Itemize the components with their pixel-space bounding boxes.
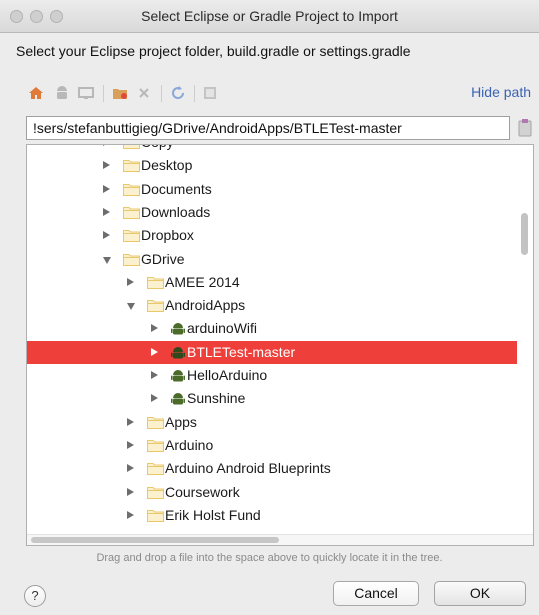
- toolbar-separator: [161, 85, 162, 102]
- folder-icon: [147, 486, 164, 502]
- toolbar: [26, 83, 286, 105]
- tree-row-label: Copy: [141, 145, 174, 150]
- collapsed-arrow-icon[interactable]: [127, 417, 134, 426]
- delete-icon[interactable]: [134, 83, 154, 103]
- toolbar-separator: [103, 85, 104, 102]
- tree-row[interactable]: Arduino Android Blueprints: [27, 457, 517, 480]
- help-button[interactable]: ?: [24, 585, 46, 607]
- collapsed-arrow-icon[interactable]: [103, 145, 110, 146]
- path-input[interactable]: !sers/stefanbuttigieg/GDrive/AndroidApps…: [26, 116, 510, 140]
- android-icon[interactable]: [52, 83, 72, 103]
- folder-icon: [123, 206, 140, 222]
- expanded-arrow-icon[interactable]: [103, 256, 111, 264]
- android-project-icon: [171, 322, 185, 339]
- home-icon[interactable]: [26, 83, 46, 103]
- folder-icon: [123, 183, 140, 199]
- tree-row-label: GDrive: [141, 250, 185, 267]
- cancel-button[interactable]: Cancel: [333, 581, 419, 606]
- folder-icon: [123, 159, 140, 175]
- collapsed-arrow-icon[interactable]: [127, 487, 134, 496]
- tree-row[interactable]: Documents: [27, 178, 517, 201]
- collapsed-arrow-icon[interactable]: [103, 207, 110, 216]
- file-tree[interactable]: Copy Desktop Documents Downloads Dropbox GDri…: [26, 144, 534, 546]
- title-bar[interactable]: Select Eclipse or Gradle Project to Impo…: [0, 0, 539, 33]
- ok-button[interactable]: OK: [434, 581, 526, 606]
- collapsed-arrow-icon[interactable]: [103, 184, 110, 193]
- tree-row[interactable]: arduinoWifi: [27, 317, 517, 340]
- collapsed-arrow-icon[interactable]: [127, 464, 134, 473]
- window-title: Select Eclipse or Gradle Project to Impo…: [141, 8, 398, 24]
- tree-row-label: Coursework: [165, 483, 240, 500]
- dialog-subtitle: Select your Eclipse project folder, buil…: [16, 43, 411, 59]
- refresh-icon[interactable]: [168, 83, 188, 103]
- tree-row-label: HelloArduino: [187, 367, 268, 383]
- tree-row-label: Arduino: [165, 436, 214, 453]
- collapsed-arrow-icon[interactable]: [127, 277, 134, 286]
- show-hidden-icon[interactable]: [200, 83, 220, 103]
- folder-icon: [147, 439, 164, 455]
- tree-row-label: Documents: [141, 180, 212, 197]
- expanded-arrow-icon[interactable]: [127, 303, 135, 311]
- tree-row[interactable]: Copy: [27, 145, 517, 154]
- folder-icon: [123, 229, 140, 245]
- tree-row[interactable]: Apps: [27, 411, 517, 434]
- tree-row-label: Downloads: [141, 203, 211, 220]
- collapsed-arrow-icon[interactable]: [151, 394, 158, 403]
- folder-icon: [147, 509, 164, 525]
- tree-row[interactable]: Downloads: [27, 201, 517, 224]
- new-folder-icon[interactable]: [110, 83, 130, 103]
- tree-row-label: AMEE 2014: [165, 273, 240, 290]
- tree-row-label: Apps: [165, 413, 197, 430]
- tree-row[interactable]: HelloArduino: [27, 364, 517, 387]
- tree-row-label: Erik Holst Fund: [165, 506, 261, 523]
- tree-row[interactable]: Erik Holst Fund: [27, 504, 517, 527]
- collapsed-arrow-icon[interactable]: [127, 510, 134, 519]
- collapsed-arrow-icon[interactable]: [103, 231, 110, 240]
- tree-row-label: Arduino Android Blueprints: [165, 460, 331, 477]
- drag-drop-hint: Drag and drop a file into the space abov…: [96, 552, 443, 564]
- tree-row-label: Dropbox: [141, 227, 194, 244]
- paste-path-icon[interactable]: [516, 117, 534, 139]
- tree-row-selected[interactable]: BTLETest-master: [27, 340, 517, 364]
- collapsed-arrow-icon[interactable]: [127, 440, 134, 449]
- tree-row-label: arduinoWifi: [187, 320, 258, 337]
- tree-row[interactable]: Coursework: [27, 481, 517, 504]
- collapsed-arrow-icon[interactable]: [103, 161, 110, 170]
- android-project-icon: [171, 392, 185, 409]
- folder-icon: [123, 145, 140, 152]
- folder-icon: [123, 253, 140, 269]
- tree-row[interactable]: Dropbox: [27, 224, 517, 247]
- collapsed-arrow-icon[interactable]: [151, 347, 158, 356]
- import-dialog: Select Eclipse or Gradle Project to Impo…: [0, 0, 539, 615]
- horizontal-scrollbar[interactable]: [31, 537, 279, 543]
- tree-row[interactable]: Arduino: [27, 434, 517, 457]
- tree-row-label: Desktop: [141, 157, 193, 174]
- tree-row-label: AndroidApps: [165, 297, 246, 314]
- toolbar-separator: [194, 85, 195, 102]
- tree-row[interactable]: Desktop: [27, 154, 517, 177]
- vertical-scrollbar[interactable]: [521, 213, 528, 255]
- collapsed-arrow-icon[interactable]: [151, 324, 158, 333]
- tree-row-label: BTLETest-master: [187, 343, 296, 360]
- folder-icon: [147, 299, 164, 315]
- tree-row[interactable]: AndroidApps: [27, 294, 517, 317]
- desktop-icon[interactable]: [76, 83, 96, 103]
- hide-path-link[interactable]: Hide path: [471, 84, 531, 100]
- folder-icon: [147, 462, 164, 478]
- folder-icon: [147, 416, 164, 432]
- tree-row-label: Sunshine: [187, 390, 246, 407]
- folder-icon: [147, 276, 164, 292]
- collapsed-arrow-icon[interactable]: [151, 371, 158, 379]
- tree-row[interactable]: GDrive: [27, 248, 517, 271]
- android-project-icon: [171, 346, 185, 363]
- tree-row[interactable]: Sunshine: [27, 387, 517, 410]
- tree-row[interactable]: AMEE 2014: [27, 271, 517, 294]
- android-project-icon: [171, 369, 185, 386]
